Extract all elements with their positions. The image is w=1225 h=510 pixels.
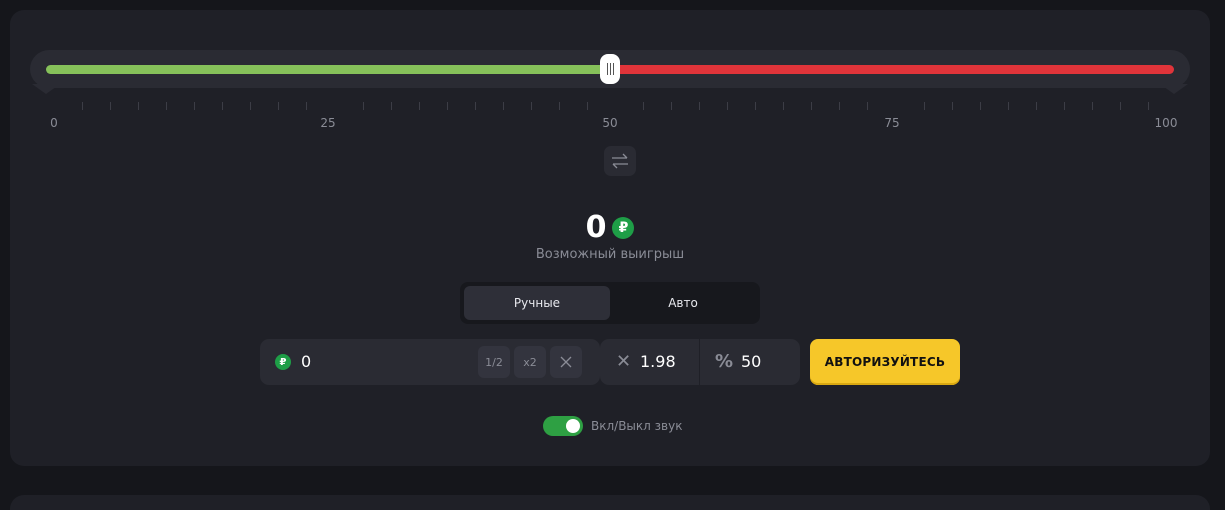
slider-lose-zone: [610, 65, 1174, 74]
slider-tick: [923, 102, 925, 110]
slider-tick: [110, 102, 112, 110]
tick-label-25: 25: [320, 116, 336, 130]
bet-input[interactable]: ₽ 0 1/2 x2: [260, 339, 600, 385]
slider-tick: [783, 102, 785, 110]
login-button[interactable]: АВТОРИЗУЙТЕСЬ: [810, 339, 960, 385]
slider-tick: [558, 102, 560, 110]
slider-thumb[interactable]: [600, 54, 620, 84]
slider-tick: [530, 102, 532, 110]
divider: [699, 339, 700, 385]
tab-auto[interactable]: Авто: [610, 286, 756, 320]
slider-tick: [1147, 102, 1149, 110]
swap-arrows-icon: [612, 153, 628, 169]
slider-tick: [250, 102, 252, 110]
half-bet-button[interactable]: 1/2: [478, 346, 510, 378]
slider-tick: [727, 102, 729, 110]
slider-tick: [418, 102, 420, 110]
slider-tick: [671, 102, 673, 110]
slider-tick: [839, 102, 841, 110]
tick-label-0: 0: [50, 116, 58, 130]
slider-tick: [1063, 102, 1065, 110]
sound-toggle[interactable]: [543, 416, 583, 436]
secondary-panel: [10, 495, 1210, 510]
possible-win: 0 ₽: [10, 210, 1210, 245]
win-amount-value: 0: [585, 210, 607, 245]
multiplier-input[interactable]: 1.98: [640, 352, 676, 371]
slider-tick: [474, 102, 476, 110]
tick-label-100: 100: [1154, 116, 1178, 130]
slider-tick: [979, 102, 981, 110]
slider-tick: [643, 102, 645, 110]
bet-value[interactable]: 0: [301, 352, 311, 371]
clear-bet-button[interactable]: [550, 346, 582, 378]
slider-tick: [82, 102, 84, 110]
swap-direction-button[interactable]: [604, 146, 636, 176]
tick-label-50: 50: [602, 116, 618, 130]
slider-tick: [1091, 102, 1093, 110]
chance-input[interactable]: 50: [741, 352, 761, 371]
slider-tick: [390, 102, 392, 110]
slider-tick: [138, 102, 140, 110]
slider-tick: [951, 102, 953, 110]
slider-tick: [586, 102, 588, 110]
close-icon: [560, 356, 572, 368]
multiplier-icon: ✕: [616, 351, 632, 372]
coefficient-box: ✕ 1.98 % 50: [600, 339, 800, 385]
slider-tick: [166, 102, 168, 110]
game-panel: 0 25 50 75 100 0 ₽ Возможный выигрыш Руч…: [10, 10, 1210, 466]
slider-tick: [306, 102, 308, 110]
range-slider[interactable]: [30, 50, 1190, 94]
ruble-coin-icon: ₽: [275, 354, 291, 370]
percent-icon: %: [715, 351, 734, 372]
slider-tick: [811, 102, 813, 110]
slider-ticks: [54, 102, 1176, 112]
mode-tabs: Ручные Авто: [460, 282, 760, 324]
slider-tick: [222, 102, 224, 110]
ruble-coin-icon: ₽: [612, 216, 635, 239]
slider-tick: [867, 102, 869, 110]
sound-label: Вкл/Выкл звук: [591, 419, 683, 433]
slider-tick: [502, 102, 504, 110]
slider-tick: [362, 102, 364, 110]
slider-win-zone: [46, 65, 610, 74]
sound-control: Вкл/Выкл звук: [543, 416, 682, 436]
slider-tick: [1035, 102, 1037, 110]
tick-label-75: 75: [884, 116, 900, 130]
slider-tick: [699, 102, 701, 110]
win-label: Возможный выигрыш: [535, 247, 685, 262]
tab-manual[interactable]: Ручные: [464, 286, 610, 320]
double-bet-button[interactable]: x2: [514, 346, 546, 378]
slider-tick: [1119, 102, 1121, 110]
slider-tick: [446, 102, 448, 110]
slider-tick: [278, 102, 280, 110]
slider-tick: [1007, 102, 1009, 110]
slider-tick: [194, 102, 196, 110]
slider-tick: [755, 102, 757, 110]
